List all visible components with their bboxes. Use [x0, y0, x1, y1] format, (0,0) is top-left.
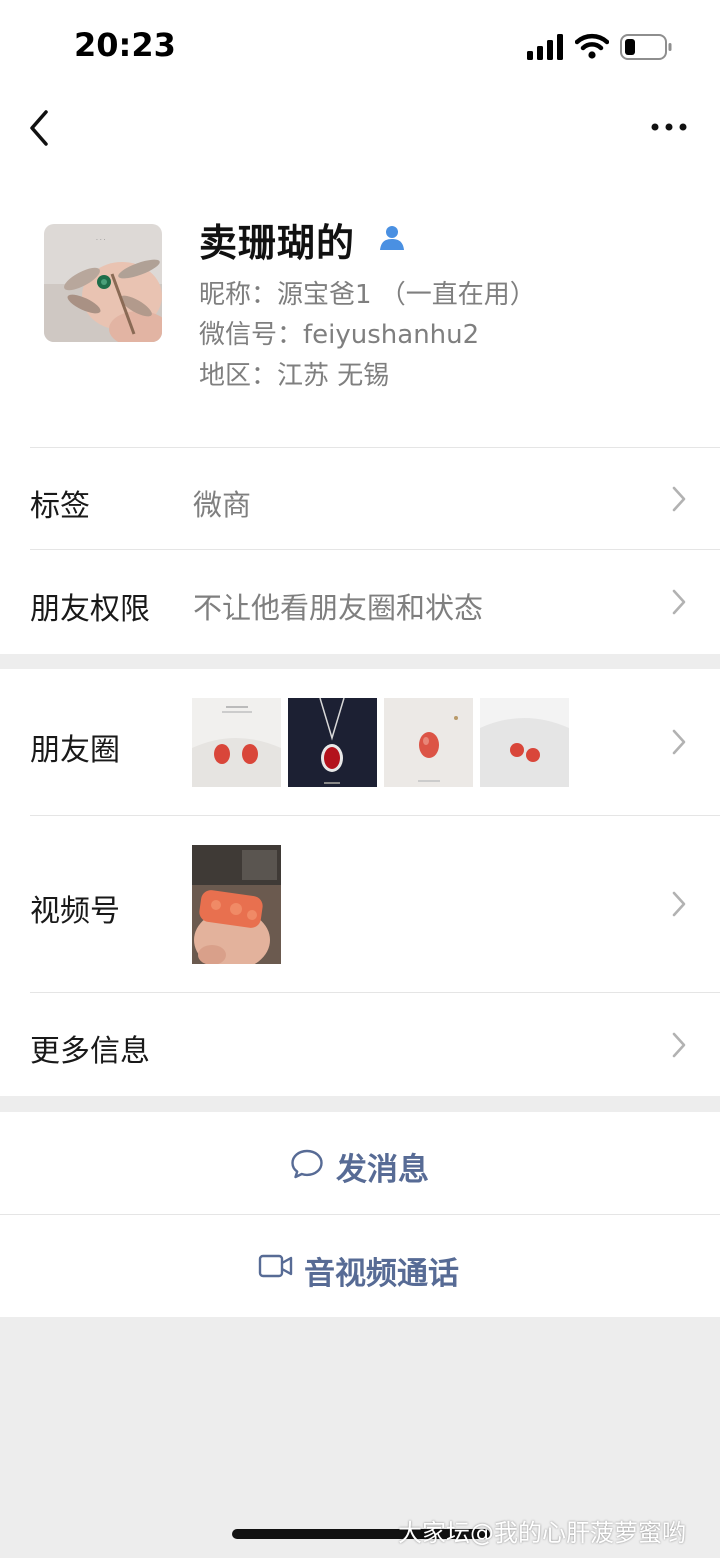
- chevron-right-icon: [672, 729, 686, 755]
- back-arrow-icon[interactable]: [24, 108, 54, 148]
- region-text: 地区：江苏 无锡: [199, 361, 390, 391]
- channels-thumbnail: [192, 845, 281, 964]
- chevron-right-icon: [672, 486, 686, 512]
- moments-thumbnail: [480, 698, 569, 787]
- wifi-icon: [575, 33, 609, 59]
- watermark-text: 大家坛@我的心肝菠萝蜜哟: [398, 1519, 686, 1547]
- channels-label: 视频号: [30, 894, 120, 929]
- contact-name: 卖珊瑚的: [199, 221, 356, 265]
- moments-thumbnail: [384, 698, 473, 787]
- more-options-icon[interactable]: [650, 118, 688, 136]
- wechat-id-text: 微信号：feiyushanhu2: [199, 320, 480, 350]
- verified-contact-icon: [380, 226, 404, 250]
- svg-text:· · ·: · · ·: [96, 237, 106, 244]
- friend-permissions-value: 不让他看朋友圈和状态: [193, 591, 484, 625]
- video-call-label: 音视频通话: [304, 1256, 459, 1292]
- tags-label: 标签: [30, 489, 90, 524]
- nav-bar: [0, 95, 720, 170]
- more-info-label: 更多信息: [30, 1034, 150, 1069]
- tags-row[interactable]: [0, 448, 720, 549]
- send-message-label: 发消息: [336, 1152, 429, 1188]
- moments-thumbnail: [192, 698, 281, 787]
- avatar-image: · · ·: [44, 224, 162, 342]
- battery-icon: [620, 34, 672, 60]
- avatar[interactable]: · · ·: [44, 224, 162, 342]
- cellular-signal-icon: [527, 34, 563, 60]
- chat-bubble-icon: [291, 1149, 323, 1179]
- chevron-right-icon: [672, 1032, 686, 1058]
- tags-value: 微商: [193, 488, 252, 522]
- friend-permissions-label: 朋友权限: [30, 592, 150, 627]
- chevron-right-icon: [672, 589, 686, 615]
- status-time: 20:23: [74, 26, 176, 64]
- nickname-text: 昵称：源宝爸1 （一直在用）: [199, 280, 536, 310]
- moments-thumbnail: [288, 698, 377, 787]
- moments-label: 朋友圈: [30, 733, 120, 768]
- chevron-right-icon: [672, 891, 686, 917]
- video-camera-icon: [258, 1254, 293, 1278]
